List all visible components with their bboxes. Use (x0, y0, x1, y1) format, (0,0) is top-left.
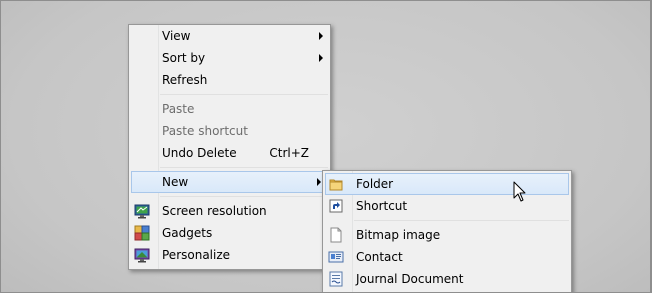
menu-separator (129, 164, 330, 171)
journal-document-icon (328, 271, 344, 287)
folder-icon (328, 176, 344, 192)
menu-separator (323, 217, 571, 224)
submenu-arrow-icon (317, 178, 321, 186)
menu-item-label: Folder (356, 177, 394, 191)
new-submenu: Folder Shortcut Bitmap image Contact Jou… (322, 170, 572, 293)
bitmap-image-icon (328, 227, 344, 243)
submenu-item-shortcut[interactable]: Shortcut (323, 195, 571, 217)
menu-item-label: Contact (356, 250, 403, 264)
menu-item-paste: Paste (129, 98, 330, 120)
menu-item-label: Shortcut (356, 199, 408, 213)
mouse-pointer-icon (513, 181, 527, 203)
menu-item-label: Undo Delete (162, 146, 237, 160)
menu-separator (129, 91, 330, 98)
menu-item-screen-resolution[interactable]: Screen resolution (129, 200, 330, 222)
menu-item-refresh[interactable]: Refresh (129, 69, 330, 91)
menu-item-label: Gadgets (162, 226, 213, 240)
menu-item-personalize[interactable]: Personalize (129, 244, 330, 266)
menu-separator (129, 193, 330, 200)
menu-item-sort-by[interactable]: Sort by (129, 47, 330, 69)
menu-item-label: View (162, 29, 191, 43)
menu-item-label: New (162, 175, 189, 189)
menu-item-label: Sort by (162, 51, 206, 65)
menu-item-label: Bitmap image (356, 228, 441, 242)
menu-item-label: Screen resolution (162, 204, 267, 218)
submenu-item-journal-document[interactable]: Journal Document (323, 268, 571, 290)
menu-item-label: Refresh (162, 73, 208, 87)
menu-item-label: Journal Document (356, 272, 464, 286)
contact-icon (328, 249, 344, 265)
submenu-item-folder[interactable]: Folder (325, 173, 569, 195)
submenu-arrow-icon (319, 54, 323, 62)
submenu-item-contact[interactable]: Contact (323, 246, 571, 268)
menu-item-shortcut: Ctrl+Z (269, 146, 309, 160)
screen-resolution-icon (134, 203, 150, 219)
menu-item-label: Paste (162, 102, 195, 116)
menu-item-gadgets[interactable]: Gadgets (129, 222, 330, 244)
menu-item-view[interactable]: View (129, 25, 330, 47)
gadgets-icon (134, 225, 150, 241)
menu-item-label: Paste shortcut (162, 124, 248, 138)
desktop-context-menu: View Sort by Refresh Paste Paste shortcu… (128, 24, 331, 270)
submenu-item-bitmap-image[interactable]: Bitmap image (323, 224, 571, 246)
personalize-icon (134, 247, 150, 263)
menu-item-undo-delete[interactable]: Undo Delete Ctrl+Z (129, 142, 330, 164)
shortcut-icon (328, 198, 344, 214)
menu-item-paste-shortcut: Paste shortcut (129, 120, 330, 142)
menu-item-new[interactable]: New (131, 171, 328, 193)
submenu-arrow-icon (319, 32, 323, 40)
menu-item-label: Personalize (162, 248, 231, 262)
